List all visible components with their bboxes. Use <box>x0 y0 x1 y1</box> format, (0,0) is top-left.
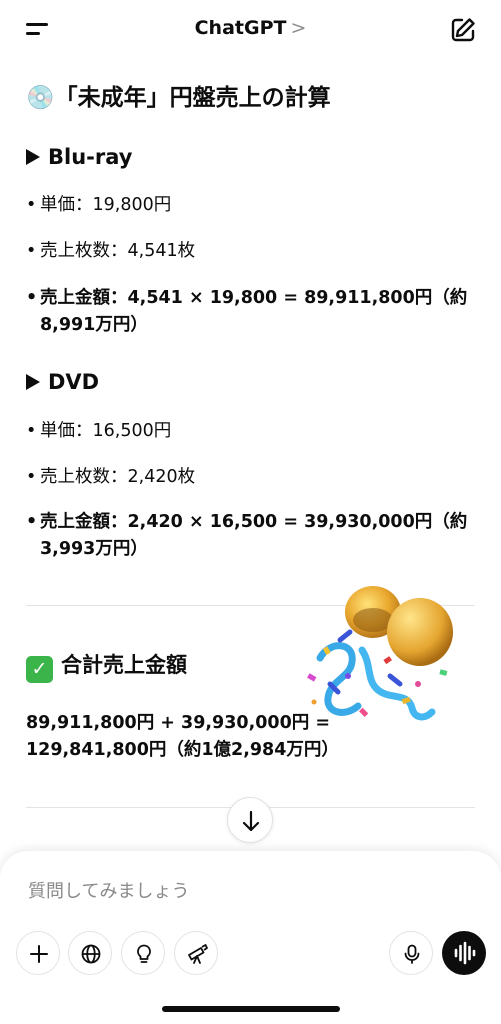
dvd-heading: DVD <box>26 370 99 394</box>
microphone-icon <box>404 944 420 964</box>
check-mark-icon: ✓ <box>26 656 53 683</box>
bluray-unit-price: • 単価：19,800円 <box>26 195 172 215</box>
total-line-2: 129,841,800円（約1億2,984万円） <box>26 740 339 760</box>
composer: 質問してみましょう <box>0 851 501 1024</box>
arrow-down-icon <box>242 810 260 832</box>
add-attachment-button[interactable] <box>16 931 60 975</box>
bluray-total: • 売上金額：4,541 × 19,800 = 89,911,800円（約8,99… <box>26 288 468 335</box>
bluray-heading: Blu-ray <box>26 145 132 169</box>
dvd-unit-price: • 単価：16,500円 <box>26 421 172 441</box>
confetti-animation <box>300 580 460 730</box>
triangle-right-icon <box>26 374 40 390</box>
bluray-count: • 売上枚数：4,541枚 <box>26 241 196 261</box>
plus-icon <box>30 945 48 963</box>
home-indicator <box>162 1006 340 1012</box>
voice-mode-button[interactable] <box>442 931 486 975</box>
scroll-to-bottom-button[interactable] <box>227 797 273 843</box>
dvd-total: • 売上金額：2,420 × 16,500 = 39,930,000円（約3,99… <box>26 512 468 559</box>
chevron-right-icon: > <box>290 17 307 39</box>
dvd-count: • 売上枚数：2,420枚 <box>26 467 196 487</box>
telescope-icon <box>188 944 208 964</box>
research-button[interactable] <box>174 931 218 975</box>
top-bar: ChatGPT > <box>0 0 501 58</box>
waveform-icon <box>454 941 476 965</box>
triangle-right-icon <box>26 149 40 165</box>
globe-icon <box>81 944 101 964</box>
message-input[interactable]: 質問してみましょう <box>28 877 189 903</box>
lightbulb-icon <box>137 944 151 963</box>
message-heading: 💿「未成年」円盤売上の計算 <box>26 85 331 111</box>
web-search-button[interactable] <box>68 931 112 975</box>
total-heading: ✓ 合計売上金額 <box>26 649 187 683</box>
model-selector[interactable]: ChatGPT > <box>0 17 501 39</box>
new-chat-icon[interactable] <box>449 16 477 44</box>
dictation-button[interactable] <box>389 931 433 975</box>
ideas-button[interactable] <box>121 931 165 975</box>
app-title: ChatGPT <box>194 17 287 39</box>
